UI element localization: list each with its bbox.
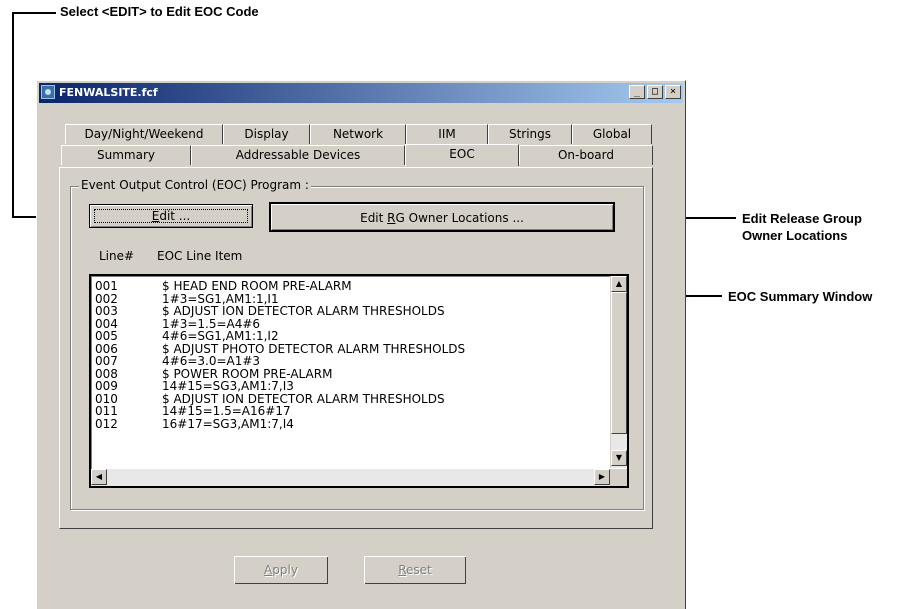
callout-line xyxy=(12,12,56,14)
callout-edit-eoc: Select <EDIT> to Edit EOC Code xyxy=(60,4,259,19)
edit-button[interactable]: Edit ... xyxy=(89,204,253,228)
edit-rg-label-before: Edit xyxy=(360,211,388,225)
reset-button[interactable]: Reset xyxy=(363,555,467,585)
reset-label: eset xyxy=(406,563,432,577)
vertical-scrollbar[interactable]: ▲ ▼ xyxy=(610,276,627,468)
line-number: 012 xyxy=(95,416,118,431)
line-number: 011 xyxy=(95,404,118,418)
apply-button[interactable]: Apply xyxy=(233,555,329,585)
list-item[interactable]: 001 $ HEAD END ROOM PRE-ALARM xyxy=(95,280,465,293)
scroll-left-icon[interactable]: ◀ xyxy=(91,469,107,485)
line-number: 005 xyxy=(95,329,118,343)
close-button[interactable]: × xyxy=(665,85,681,99)
line-number: 007 xyxy=(95,354,118,368)
tab-global[interactable]: Global xyxy=(572,124,652,144)
callout-edit-rg: Edit Release Group xyxy=(742,211,862,226)
line-item-text: 16#17=SG3,AM1:7,I4 xyxy=(162,416,294,431)
eoc-tab-panel: Event Output Control (EOC) Program : Edi… xyxy=(59,167,653,529)
vertical-scroll-thumb[interactable] xyxy=(611,292,627,434)
window-title: FENWALSITE.fcf xyxy=(59,86,158,99)
list-item[interactable]: 004 1#3=1.5=A4#6 xyxy=(95,317,465,331)
list-item[interactable]: 006 $ ADJUST PHOTO DETECTOR ALARM THRESHO… xyxy=(95,342,465,356)
line-number: 009 xyxy=(95,379,118,393)
tab-eoc[interactable]: EOC xyxy=(405,144,519,166)
line-number: 001 xyxy=(95,279,118,293)
list-item[interactable]: 003 $ ADJUST ION DETECTOR ALARM THRESHOLD… xyxy=(95,305,465,318)
title-bar[interactable]: FENWALSITE.fcf _ □ × xyxy=(39,83,683,103)
eoc-summary-list[interactable]: 001 $ HEAD END ROOM PRE-ALARM 002 1#3=SG1,… xyxy=(89,274,629,488)
apply-label: pply xyxy=(272,563,298,577)
scrollbar-corner xyxy=(610,469,627,486)
app-icon[interactable] xyxy=(41,85,55,99)
horizontal-scrollbar[interactable]: ◀ ▶ xyxy=(91,469,610,486)
tab-iim[interactable]: IIM xyxy=(406,124,488,144)
reset-mnemonic: R xyxy=(398,563,407,577)
tab-strings[interactable]: Strings xyxy=(488,124,572,144)
tab-on-board[interactable]: On-board xyxy=(519,145,653,165)
edit-rg-mnemonic: R xyxy=(387,211,396,225)
scroll-up-icon[interactable]: ▲ xyxy=(611,276,627,292)
list-item[interactable]: 012 16#17=SG3,AM1:7,I4 xyxy=(95,416,465,431)
maximize-button[interactable]: □ xyxy=(647,85,663,99)
callout-edit-rg-2: Owner Locations xyxy=(742,228,848,243)
eoc-program-group: Event Output Control (EOC) Program : Edi… xyxy=(70,178,644,510)
line-number: 003 xyxy=(95,304,118,318)
tab-display[interactable]: Display xyxy=(223,124,310,144)
focus-rect xyxy=(94,209,248,223)
scroll-down-icon[interactable]: ▼ xyxy=(611,450,627,466)
tab-network[interactable]: Network xyxy=(310,124,406,144)
minimize-button[interactable]: _ xyxy=(629,85,645,99)
eoc-program-label: Event Output Control (EOC) Program : xyxy=(79,178,311,192)
column-header-eoc-line-item: EOC Line Item xyxy=(157,249,243,263)
callout-summary-window: EOC Summary Window xyxy=(728,289,873,304)
edit-rg-label-after: G Owner Locations ... xyxy=(395,211,524,225)
column-header-line: Line# xyxy=(99,249,135,263)
app-window: FENWALSITE.fcf _ □ × Day/Night/Weekend D… xyxy=(36,80,686,609)
edit-rg-owner-locations-button[interactable]: Edit RG Owner Locations ... xyxy=(269,202,615,232)
eoc-rows: 001 $ HEAD END ROOM PRE-ALARM 002 1#3=SG1,… xyxy=(95,280,465,430)
scroll-right-icon[interactable]: ▶ xyxy=(594,469,610,485)
tab-addressable-devices[interactable]: Addressable Devices xyxy=(191,145,405,165)
tab-day-night-weekend[interactable]: Day/Night/Weekend xyxy=(65,124,223,144)
tab-summary[interactable]: Summary xyxy=(61,145,191,165)
callout-line xyxy=(12,12,14,218)
